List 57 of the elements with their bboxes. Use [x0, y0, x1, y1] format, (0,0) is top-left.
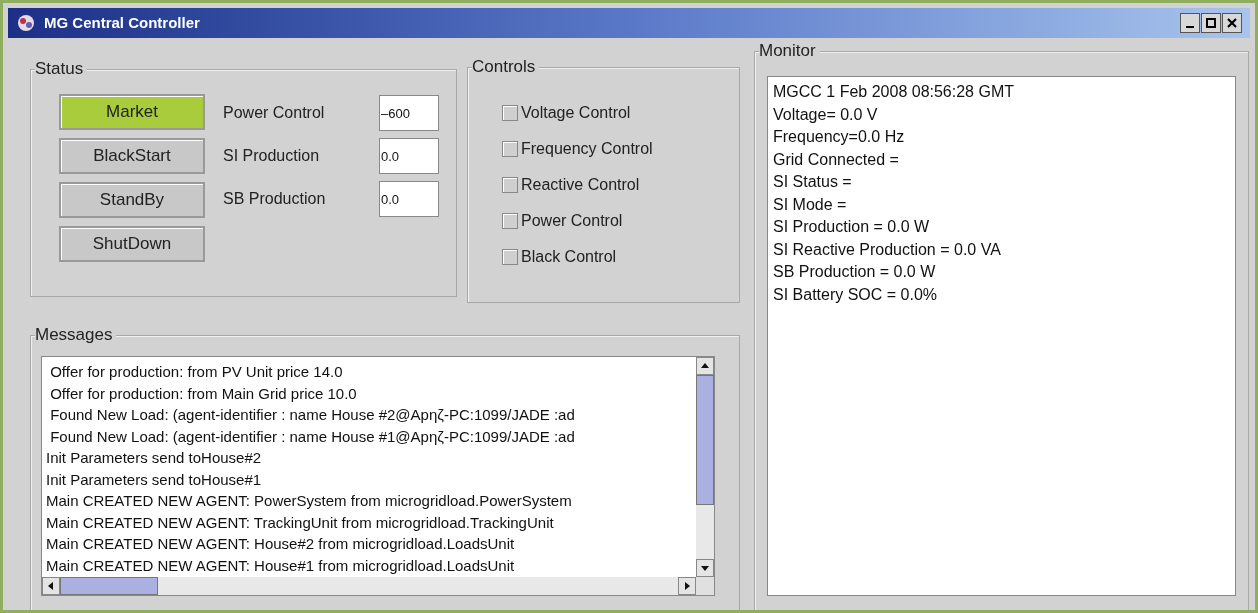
minimize-icon	[1186, 26, 1194, 28]
scroll-thumb[interactable]	[60, 577, 158, 595]
monitor-line: SI Battery SOC = 0.0%	[773, 284, 939, 305]
vertical-scrollbar[interactable]	[696, 357, 714, 577]
scroll-up-button[interactable]	[696, 357, 714, 375]
value-field[interactable]: 0.0	[379, 181, 439, 217]
monitor-line: SI Reactive Production = 0.0 VA	[773, 239, 1002, 260]
field-label: SI Production	[223, 146, 320, 166]
maximize-icon	[1205, 17, 1217, 29]
value-field[interactable]: –600	[379, 95, 439, 131]
message-line: Found New Load: (agent-identifier : name House #1@Apηζ-PC:1099/JADE :ad	[49, 426, 576, 447]
message-line: Main CREATED NEW AGENT: House#1 from microgridload.LoadsUnit	[46, 555, 516, 576]
close-icon	[1226, 17, 1238, 29]
checkbox-label: Power Control	[521, 211, 623, 231]
message-line: Main CREATED NEW AGENT: House#2 from microgridload.LoadsUnit	[46, 534, 516, 554]
checkbox[interactable]	[502, 213, 518, 229]
message-line: Init Parameters send toHouse#2	[46, 448, 263, 468]
checkbox[interactable]	[502, 105, 518, 121]
scrollbar-corner	[696, 577, 714, 595]
mode-button[interactable]: StandBy	[59, 182, 205, 218]
monitor-line: SB Production = 0.0 W	[773, 262, 937, 282]
maximize-button[interactable]	[1201, 13, 1221, 33]
mode-button[interactable]: BlackStart	[59, 138, 205, 174]
scroll-down-button[interactable]	[696, 559, 714, 577]
monitor-line: SI Status =	[773, 172, 853, 192]
value-field[interactable]: 0.0	[379, 138, 439, 174]
message-line: Init Parameters send toHouse#1	[46, 469, 263, 490]
minimize-button[interactable]	[1180, 13, 1200, 33]
message-line: Found New Load: (agent-identifier : name House #2@Apηζ-PC:1099/JADE :ad	[49, 405, 576, 425]
mode-button[interactable]: Market	[59, 94, 205, 130]
horizontal-scrollbar[interactable]	[42, 577, 696, 595]
scroll-right-button[interactable]	[678, 577, 696, 595]
app-icon	[16, 14, 36, 32]
checkbox-label: Voltage Control	[521, 103, 631, 123]
checkbox-label: Black Control	[521, 247, 617, 267]
checkbox[interactable]	[502, 249, 518, 265]
monitor-line: SI Mode =	[773, 194, 848, 215]
monitor-line: Frequency=0.0 Hz	[773, 127, 906, 147]
checkbox-label: Frequency Control	[521, 139, 653, 159]
checkbox-label: Reactive Control	[521, 175, 640, 195]
field-label: Power Control	[223, 103, 325, 123]
monitor-line: Grid Connected =	[773, 149, 900, 170]
field-label: SB Production	[223, 189, 326, 209]
monitor-line: Voltage= 0.0 V	[773, 104, 879, 125]
checkbox[interactable]	[502, 177, 518, 193]
message-line: Main CREATED NEW AGENT: TrackingUnit from microgridload.TrackingUnit	[46, 512, 555, 533]
message-line: Offer for production: from PV Unit price 14.0	[49, 362, 344, 382]
mode-button[interactable]: ShutDown	[59, 226, 205, 262]
close-button[interactable]	[1222, 13, 1242, 33]
checkbox[interactable]	[502, 141, 518, 157]
monitor-line: SI Production = 0.0 W	[773, 217, 931, 237]
message-line: Main CREATED NEW AGENT: PowerSystem from microgridload.PowerSystem	[46, 491, 573, 511]
message-line: Offer for production: from Main Grid price 10.0	[49, 383, 358, 404]
window-title: MG Central Controller	[44, 12, 200, 33]
monitor-line: MGCC 1 Feb 2008 08:56:28 GMT	[773, 82, 1015, 102]
scroll-left-button[interactable]	[42, 577, 60, 595]
scroll-thumb[interactable]	[696, 375, 714, 505]
